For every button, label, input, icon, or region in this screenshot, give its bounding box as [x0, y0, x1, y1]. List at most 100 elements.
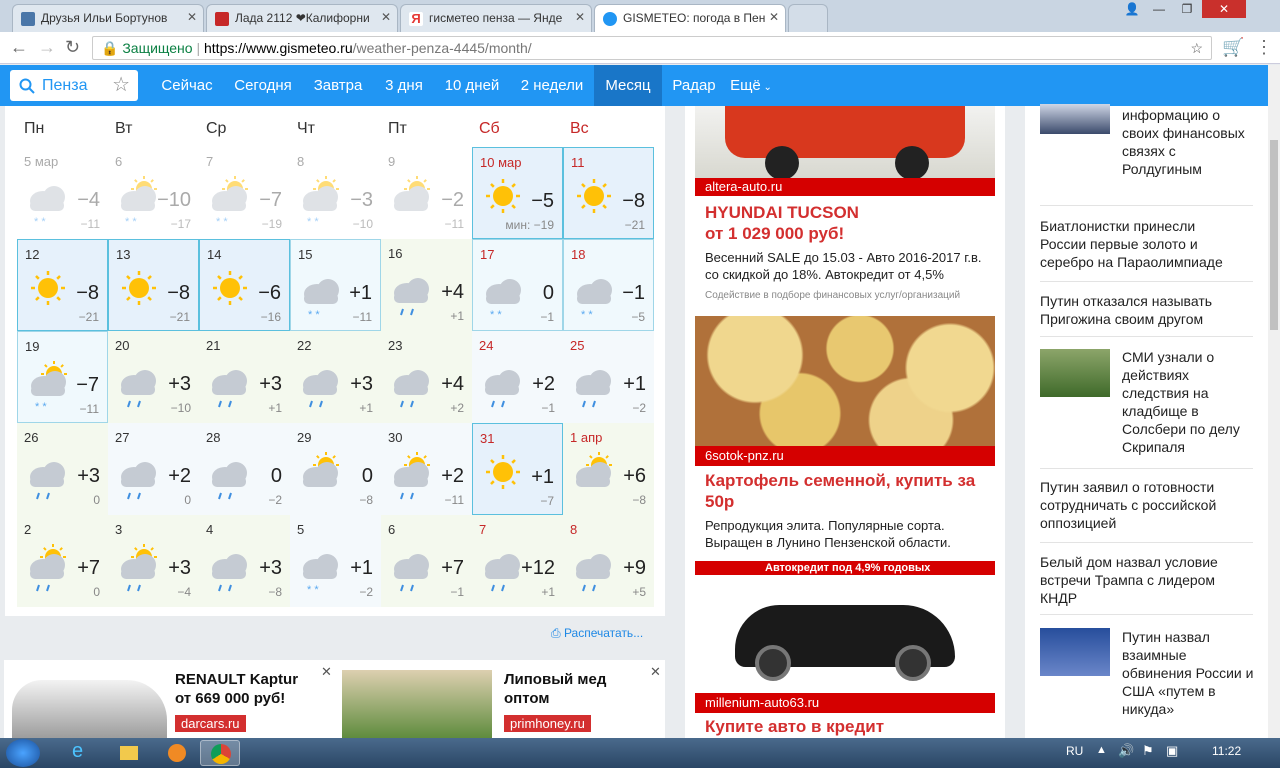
browser-tab[interactable]: Лада 2112 ❤Калифорни ✕ — [206, 4, 398, 32]
calendar-day[interactable]: 26 +3 0 — [17, 423, 108, 515]
nav-3-days[interactable]: 3 дня — [374, 65, 434, 106]
calendar-day[interactable]: 12 −8 −21 — [17, 239, 108, 331]
nav-2-weeks[interactable]: 2 недели — [510, 65, 594, 106]
cart-extension-icon[interactable]: 🛒 — [1222, 38, 1244, 56]
news-item[interactable]: Биатлонистки принесли России первые золо… — [1040, 217, 1240, 271]
ie-icon[interactable]: e — [60, 740, 100, 766]
scrollbar-thumb[interactable] — [1270, 140, 1278, 330]
explorer-icon[interactable] — [108, 740, 148, 766]
calendar-day[interactable]: 19 * * −7 −11 — [17, 331, 108, 423]
back-icon[interactable]: ← — [10, 38, 28, 56]
calendar-day[interactable]: 8 * * −3 −10 — [290, 147, 381, 239]
close-window-icon[interactable]: ✕ — [1202, 0, 1246, 18]
network-icon[interactable]: ▣ — [1166, 743, 1178, 759]
clock[interactable]: 11:22 — [1212, 744, 1241, 758]
min-temperature: −8 — [268, 585, 282, 599]
calendar-day[interactable]: 23 +4 +2 — [381, 331, 472, 423]
calendar-day[interactable]: 29 0 −8 — [290, 423, 381, 515]
calendar-day[interactable]: 7 +12 +1 — [472, 515, 563, 607]
flag-icon[interactable]: ⚑ — [1142, 743, 1154, 759]
min-temperature: −21 — [78, 310, 99, 324]
calendar-day[interactable]: 10 мар −5 мин: −19 — [472, 147, 563, 239]
calendar-day[interactable]: 31 +1 −7 — [472, 423, 563, 515]
close-ad-icon[interactable]: ✕ — [650, 664, 661, 680]
browser-tab[interactable]: Друзья Ильи Бортунов ✕ — [12, 4, 204, 32]
print-link[interactable]: ⎙ Распечатать... — [551, 626, 643, 641]
browser-tab-active[interactable]: GISMETEO: погода в Пен ✕ — [594, 4, 786, 33]
calendar-day[interactable]: 13 −8 −21 — [108, 239, 199, 331]
close-icon[interactable]: ✕ — [575, 10, 585, 24]
calendar-day[interactable]: 4 +3 −8 — [199, 515, 290, 607]
browser-tab[interactable]: Я гисметео пенза — Янде ✕ — [400, 4, 592, 32]
profile-icon[interactable]: 👤 — [1122, 0, 1142, 18]
restore-icon[interactable]: ❐ — [1174, 0, 1200, 18]
nav-10-days[interactable]: 10 дней — [434, 65, 510, 106]
news-item[interactable]: Путин назвал взаимные обвинения России и… — [1122, 628, 1257, 718]
calendar-day[interactable]: 9 −2 −11 — [381, 147, 472, 239]
calendar-day[interactable]: 3 +3 −4 — [108, 515, 199, 607]
news-item[interactable]: Белый дом назвал условие встречи Трампа … — [1040, 553, 1240, 607]
city-search[interactable]: Пенза ☆ — [10, 70, 138, 101]
nav-tomorrow[interactable]: Завтра — [302, 65, 374, 106]
news-item[interactable]: Путин отказался называть Пригожина своим… — [1040, 292, 1240, 328]
calendar-day[interactable]: 18 * * −1 −5 — [563, 239, 654, 331]
news-item[interactable]: СМИ узнали о действиях следствия на клад… — [1122, 348, 1257, 456]
weather-pcloud-rain-icon — [387, 449, 437, 508]
nav-today[interactable]: Сегодня — [224, 65, 302, 106]
calendar-day[interactable]: 5 * * +1 −2 — [290, 515, 381, 607]
calendar-day[interactable]: 28 0 −2 — [199, 423, 290, 515]
calendar-day[interactable]: 15 * * +1 −11 — [290, 239, 381, 331]
minimize-icon[interactable]: — — [1146, 0, 1172, 18]
calendar-day[interactable]: 21 +3 +1 — [199, 331, 290, 423]
calendar-day[interactable]: 8 +9 +5 — [563, 515, 654, 607]
media-player-icon[interactable] — [156, 740, 196, 766]
calendar-day[interactable]: 25 +1 −2 — [563, 331, 654, 423]
calendar-day[interactable]: 16 +4 +1 — [381, 239, 472, 331]
max-temperature: −7 — [76, 374, 99, 396]
calendar-day[interactable]: 27 +2 0 — [108, 423, 199, 515]
max-temperature: +2 — [168, 465, 191, 487]
min-temperature: 0 — [93, 585, 100, 599]
nav-now[interactable]: Сейчас — [150, 65, 224, 106]
close-icon[interactable]: ✕ — [381, 10, 391, 24]
news-thumbnail — [1040, 349, 1110, 397]
calendar-day[interactable]: 7 * * −7 −19 — [199, 147, 290, 239]
reload-icon[interactable]: ↻ — [65, 38, 80, 56]
calendar-day[interactable]: 17 * * 0 −1 — [472, 239, 563, 331]
car-image — [12, 680, 167, 740]
calendar-day[interactable]: 11 −8 −21 — [563, 147, 654, 239]
tray-arrow-icon[interactable]: ▲ — [1096, 744, 1107, 756]
news-item[interactable]: Путин заявил о готовности сотрудничать с… — [1040, 478, 1240, 532]
url-bar[interactable]: 🔒 Защищено | https://www.gismeteo.ru/wea… — [92, 36, 1212, 60]
calendar-day[interactable]: 5 мар * * −4 −11 — [17, 147, 108, 239]
calendar-day[interactable]: 6 +7 −1 — [381, 515, 472, 607]
volume-icon[interactable]: 🔊 — [1118, 743, 1134, 759]
nav-more[interactable]: Ещё ⌄ — [726, 65, 776, 106]
bookmark-star-icon[interactable]: ☆ — [1190, 37, 1203, 59]
close-icon[interactable]: ✕ — [187, 10, 197, 24]
forward-icon[interactable]: → — [38, 38, 56, 56]
news-item[interactable]: информацию о своих финансовых связях с Р… — [1122, 106, 1252, 178]
start-button[interactable] — [6, 739, 40, 767]
close-icon[interactable]: ✕ — [769, 10, 779, 24]
calendar-day[interactable]: 20 +3 −10 — [108, 331, 199, 423]
min-temperature: мин: −19 — [505, 218, 554, 232]
close-ad-icon[interactable]: ✕ — [321, 664, 332, 680]
calendar-day[interactable]: 1 апр +6 −8 — [563, 423, 654, 515]
language-indicator[interactable]: RU — [1066, 744, 1083, 758]
calendar-day[interactable]: 22 +3 +1 — [290, 331, 381, 423]
menu-icon[interactable]: ⋮ — [1255, 38, 1273, 56]
min-temperature: −1 — [450, 585, 464, 599]
chrome-icon[interactable] — [200, 740, 240, 766]
nav-radar[interactable]: Радар — [662, 65, 726, 106]
favorite-star-icon[interactable]: ☆ — [112, 70, 130, 101]
page-scrollbar[interactable] — [1268, 65, 1280, 740]
calendar-day[interactable]: 14 −6 −16 — [199, 239, 290, 331]
calendar-day[interactable]: 30 +2 −11 — [381, 423, 472, 515]
new-tab-button[interactable] — [788, 4, 828, 32]
calendar-day[interactable]: 2 +7 0 — [17, 515, 108, 607]
calendar-day[interactable]: 6 * * −10 −17 — [108, 147, 199, 239]
calendar-day[interactable]: 24 +2 −1 — [472, 331, 563, 423]
nav-month[interactable]: Месяц — [594, 65, 662, 106]
min-temperature: −11 — [79, 402, 99, 416]
